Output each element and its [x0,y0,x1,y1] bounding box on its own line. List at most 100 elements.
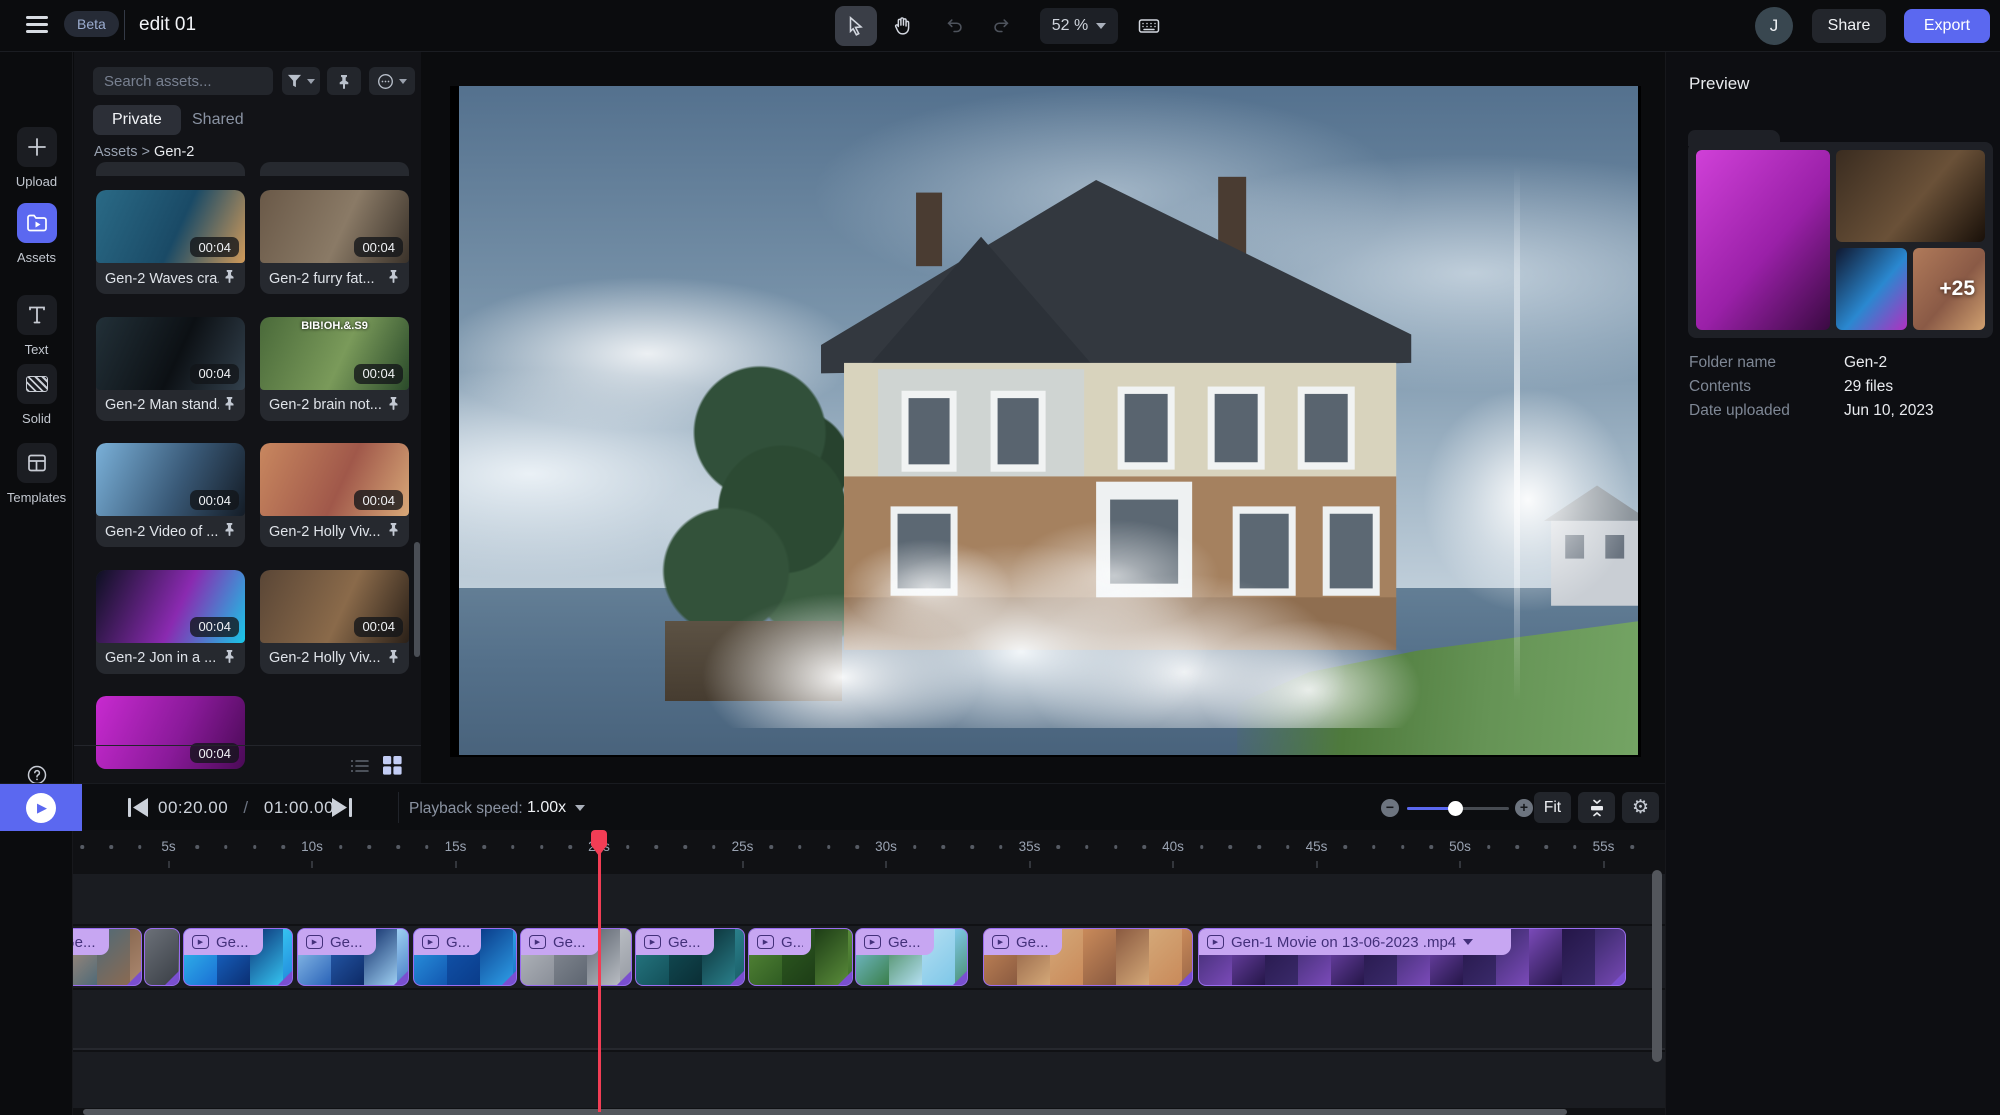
pin-icon[interactable] [223,649,236,668]
time-separator: / [243,798,248,817]
timeline-clip[interactable]: ▶Ge... [183,928,293,986]
asset-panel-scrollbar[interactable] [414,542,420,657]
shortcuts-button[interactable] [1128,6,1170,46]
undo-button[interactable] [934,6,976,46]
asset-thumbnail: 00:04 [96,190,245,263]
tab-shared[interactable]: Shared [192,111,244,129]
pin-icon [337,74,351,89]
skip-to-start-button[interactable] [126,797,150,818]
asset-name: Gen-2 furry fat... [269,271,383,287]
timeline-clip[interactable]: ▶Gen-1 Movie on 13-06-2023 .mp4 [1198,928,1626,986]
canvas-zoom-dropdown[interactable]: 52 % [1040,8,1118,44]
timeline-clip[interactable]: ▶G... [413,928,517,986]
timeline-zoom-out-button[interactable]: − [1381,799,1399,817]
timeline-clip[interactable]: ▶Ge... [855,928,968,986]
ruler-label: 55s [1593,839,1615,854]
project-title[interactable]: edit 01 [139,14,196,36]
timeline-clip[interactable]: ▶Ge... [635,928,745,986]
pan-tool-button[interactable] [881,6,923,46]
export-button[interactable]: Export [1904,9,1990,43]
collapse-tracks-button[interactable] [1578,792,1615,823]
list-view-icon[interactable] [350,757,370,775]
timeline-ruler[interactable]: 05s10s15s20s25s30s35s40s45s50s55s [0,830,1665,873]
asset-thumbnail: 00:04 [260,570,409,643]
tab-private[interactable]: Private [93,105,181,135]
timeline-clip[interactable]: ▶Ge... [520,928,632,986]
track-v3[interactable] [28,874,1665,924]
asset-card[interactable]: 00:04 [96,696,245,769]
timeline-clip[interactable]: ▶G... [748,928,853,986]
ruler-dot [1200,845,1204,849]
track-v1[interactable] [28,990,1665,1048]
select-tool-button[interactable] [835,6,877,46]
ruler-dot [1630,845,1634,849]
redo-button[interactable] [980,6,1022,46]
duration-badge: 00:04 [190,237,239,257]
sidebar-item-templates[interactable]: Templates [0,443,73,505]
timeline-vertical-scrollbar[interactable] [1652,870,1662,1062]
asset-card[interactable]: 00:04Gen-2 furry fat... [260,190,409,294]
folder-tab [1688,130,1780,146]
share-button[interactable]: Share [1812,9,1886,43]
pin-icon[interactable] [223,522,236,541]
slider-handle[interactable] [1448,801,1463,816]
asset-card[interactable]: 00:04Gen-2 Jon in a ... [96,570,245,674]
ruler-dot [626,845,630,849]
timeline-clip[interactable]: ▶Ge... [297,928,409,986]
ruler-tick [886,861,887,868]
assets-panel: Private Shared Assets > Gen-2 00:04Gen-2… [74,52,421,783]
grid-view-icon[interactable] [382,755,403,776]
asset-card[interactable]: 00:04Gen-2 Video of ... [96,443,245,547]
play-button[interactable]: ▶ [0,784,82,831]
chevron-down-icon[interactable] [1463,939,1473,945]
pin-icon[interactable] [387,396,400,415]
chevron-down-icon [1096,23,1106,29]
sidebar-item-upload[interactable]: Upload [0,127,73,189]
fit-button[interactable]: Fit [1534,792,1571,823]
preview-canvas[interactable] [421,52,1665,783]
pin-icon[interactable] [387,269,400,288]
pin-filter-button[interactable] [327,67,361,95]
top-bar: Beta edit 01 52 % J Share Export [0,0,2000,52]
pin-icon[interactable] [387,522,400,541]
clip-play-icon: ▶ [192,935,209,949]
sidebar-item-text[interactable]: Text [0,295,73,357]
timeline-zoom-in-button[interactable]: + [1515,799,1533,817]
playback-speed-value: 1.00x [527,799,566,817]
sidebar-item-assets[interactable]: Assets [0,203,73,265]
asset-card-partial[interactable] [96,162,245,176]
ruler-label: 50s [1449,839,1471,854]
asset-card[interactable]: 00:04Gen-2 Holly Viv... [260,443,409,547]
more-options-button[interactable] [369,67,415,95]
asset-card[interactable]: 00:04Gen-2 Man stand... [96,317,245,421]
filter-button[interactable] [282,67,320,95]
timeline-clip[interactable] [144,928,180,986]
playback-speed-dropdown[interactable]: 1.00x [527,799,585,817]
panel-footer-divider [74,745,421,746]
timeline-clip[interactable]: ▶Ge... [983,928,1193,986]
ruler-dot [1056,845,1060,849]
hamburger-menu-icon[interactable] [26,16,48,34]
pin-icon[interactable] [223,396,236,415]
pin-icon[interactable] [387,649,400,668]
search-input[interactable] [93,67,273,95]
video-frame[interactable] [450,86,1641,757]
asset-card[interactable]: BIB!OH.&.S900:04Gen-2 brain not... [260,317,409,421]
ruler-dot [368,845,372,849]
ruler-tick [1460,861,1461,868]
asset-card[interactable]: 00:04Gen-2 Holly Viv... [260,570,409,674]
timeline-zoom-slider[interactable] [1407,807,1509,810]
pin-icon[interactable] [223,269,236,288]
sidebar-item-solid[interactable]: Solid [0,364,73,426]
ruler-label: 5s [161,839,175,854]
asset-card[interactable]: 00:04Gen-2 Waves cra... [96,190,245,294]
skip-to-end-button[interactable] [330,797,354,818]
asset-card-partial[interactable] [260,162,409,176]
current-time: 00:20.00 [158,798,228,817]
timeline-settings-button[interactable]: ⚙ [1622,792,1659,823]
track-a1[interactable] [28,1052,1665,1108]
timeline-horizontal-scrollbar[interactable] [83,1109,1567,1115]
folder-preview-card[interactable]: +25 [1688,142,1993,338]
avatar[interactable]: J [1755,7,1793,45]
breadcrumb-parent[interactable]: Assets [94,144,138,160]
